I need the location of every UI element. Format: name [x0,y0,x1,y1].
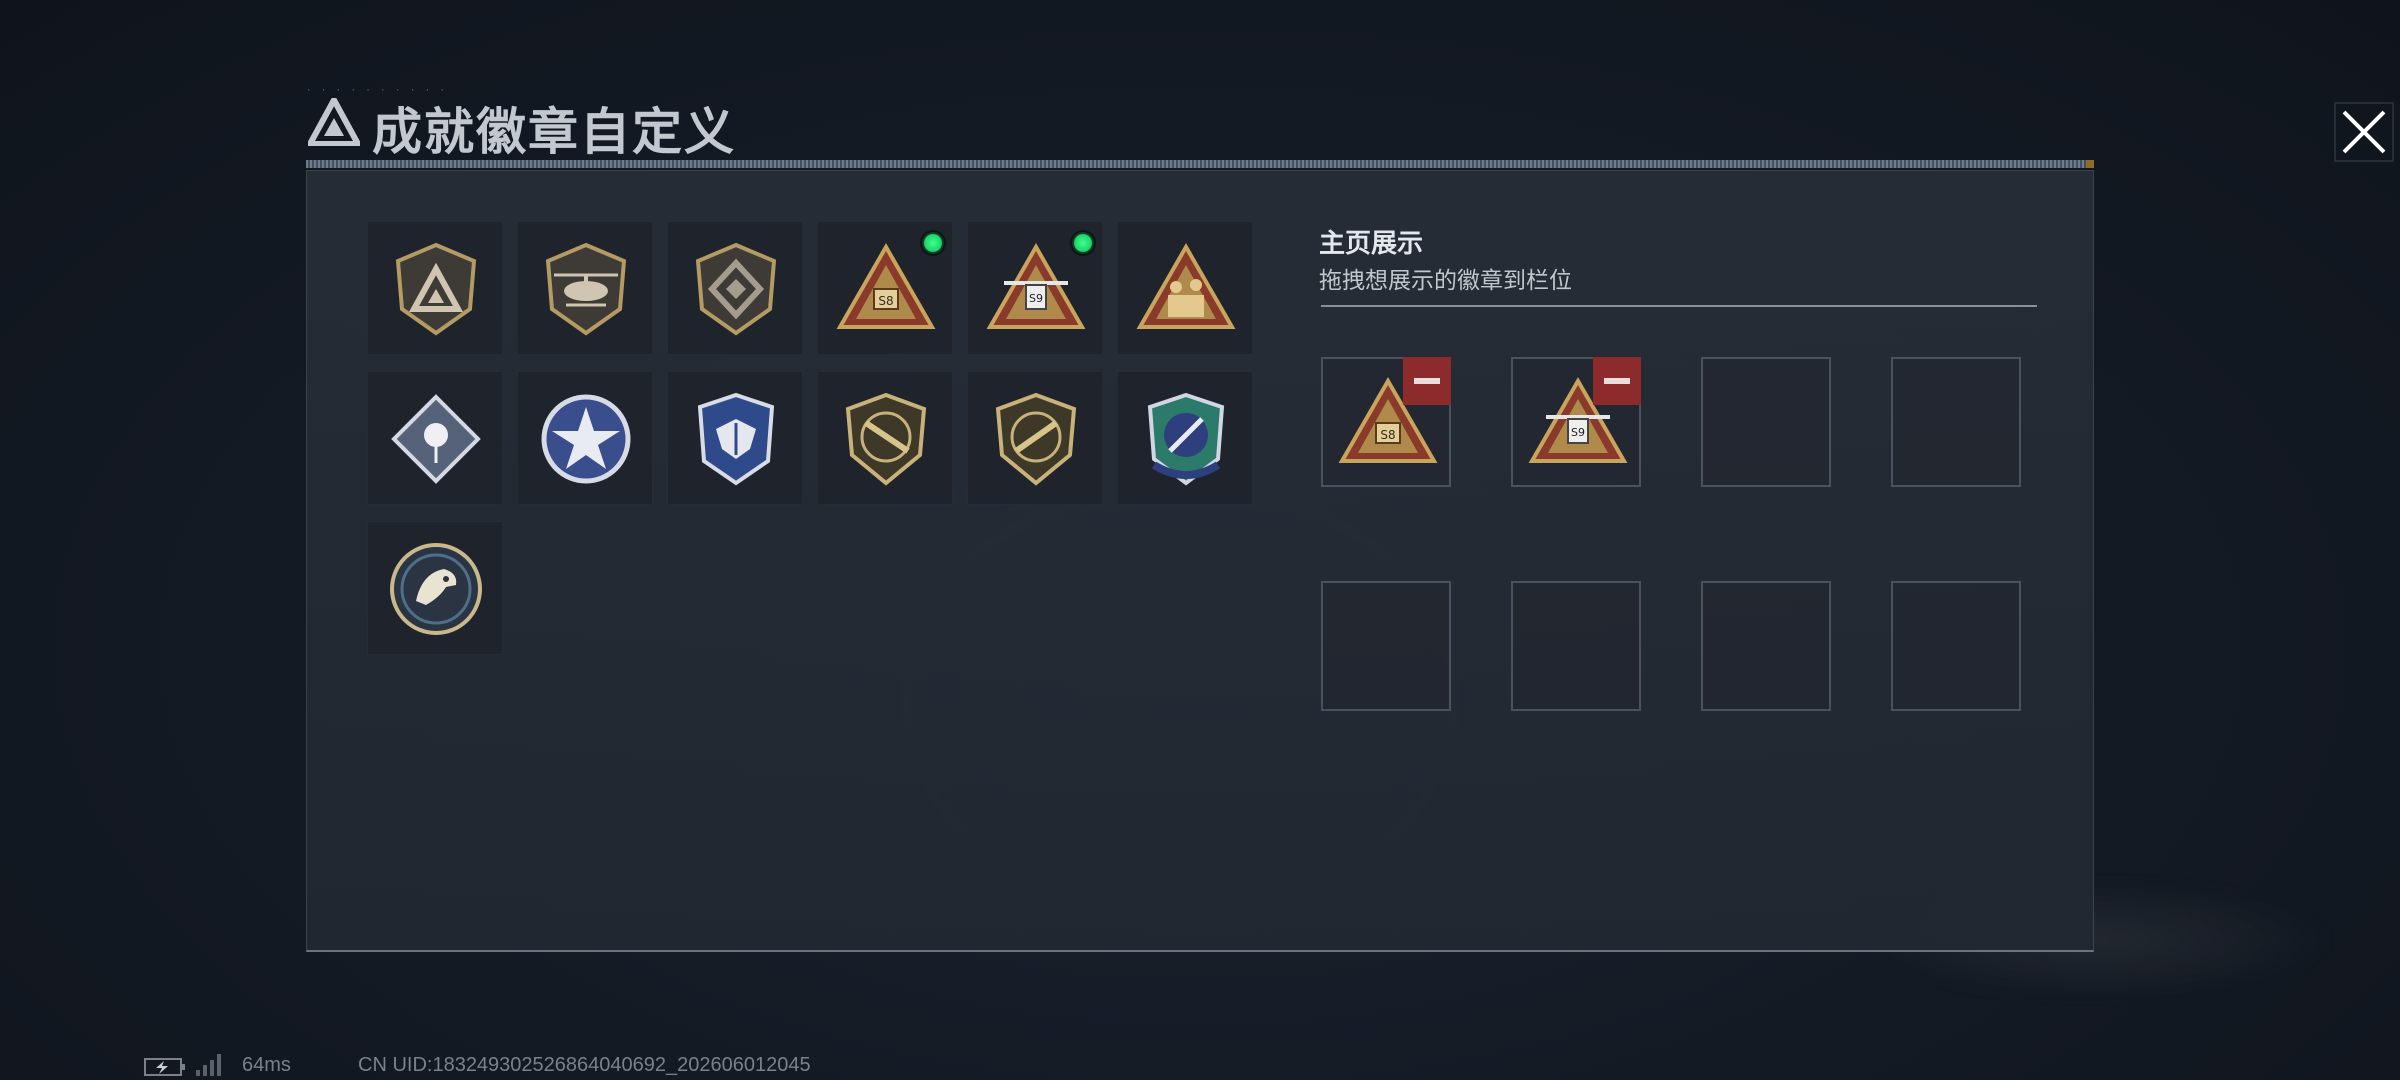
badge-item[interactable] [667,371,803,505]
battery-charging-icon [144,1058,185,1076]
badge-item[interactable] [667,221,803,355]
rifle-gold-shield-badge-icon [845,392,927,486]
svg-text:S9: S9 [1571,426,1585,439]
active-indicator [1070,230,1096,256]
display-slot-empty[interactable] [1891,357,2021,487]
display-section-title: 主页展示 [1319,228,1424,258]
remove-badge-button[interactable] [1593,357,1641,405]
signal-icon [196,1054,221,1076]
user-uid: CN UID:1832493025268640406​92_2026060120… [358,1054,811,1076]
triangle-logo-icon [308,98,360,146]
display-slot[interactable]: S9 [1511,357,1641,487]
display-slot-empty[interactable] [1321,581,1451,711]
display-slot-empty[interactable] [1701,581,1831,711]
badge-item[interactable] [1117,371,1253,505]
eagle-round-badge-icon [390,543,482,635]
svg-text:S8: S8 [1380,428,1395,442]
display-section-hint: 拖拽想展示的徽章到栏位 [1319,267,1572,293]
star-round-badge-icon [541,394,631,484]
dialog-title: 成就徽章自定义 [372,103,736,161]
triangle-shield-badge-icon [395,242,477,336]
display-slot[interactable]: S8 [1321,357,1451,487]
svg-text:S8: S8 [878,294,893,308]
badge-item[interactable] [967,371,1103,505]
rose-diamond-badge-icon [391,394,481,484]
smg-gold-shield-badge-icon [995,392,1077,486]
badge-item[interactable] [367,221,503,355]
soldiers-triangle-badge-icon [1136,242,1236,329]
badge-item[interactable]: S9 [967,221,1103,355]
badge-item[interactable] [517,221,653,355]
dialog-header: · · · · · · · · · · 成就徽章自定义 [300,86,2394,168]
helicopter-shield-badge-icon [545,242,627,336]
display-slot-empty[interactable] [1511,581,1641,711]
badge-item[interactable] [817,371,953,505]
badge-item[interactable] [367,521,503,655]
badge-item[interactable] [517,371,653,505]
header-divider [306,160,2094,168]
close-button[interactable] [2334,102,2394,162]
display-slot-empty[interactable] [1701,357,1831,487]
diamond-shield-badge-icon [695,242,777,336]
ping-value: 64ms [242,1054,291,1076]
remove-badge-button[interactable] [1403,357,1451,405]
s9-triangle-badge-icon: S9 [986,242,1086,329]
svg-text:S9: S9 [1029,292,1043,305]
knife-blue-shield-badge-icon [1147,392,1225,486]
active-indicator [920,230,946,256]
badge-item[interactable] [367,371,503,505]
display-slot-empty[interactable] [1891,581,2021,711]
badge-item[interactable]: S8 [817,221,953,355]
winged-blue-shield-badge-icon [697,392,775,486]
display-divider [1321,305,2037,307]
badge-customize-panel: S8 S9 主页展示 拖拽想展示的徽章到栏位 S8 S9 [306,170,2094,952]
s8-triangle-badge-icon: S8 [836,242,936,329]
badge-item[interactable] [1117,221,1253,355]
close-icon [2334,102,2394,162]
